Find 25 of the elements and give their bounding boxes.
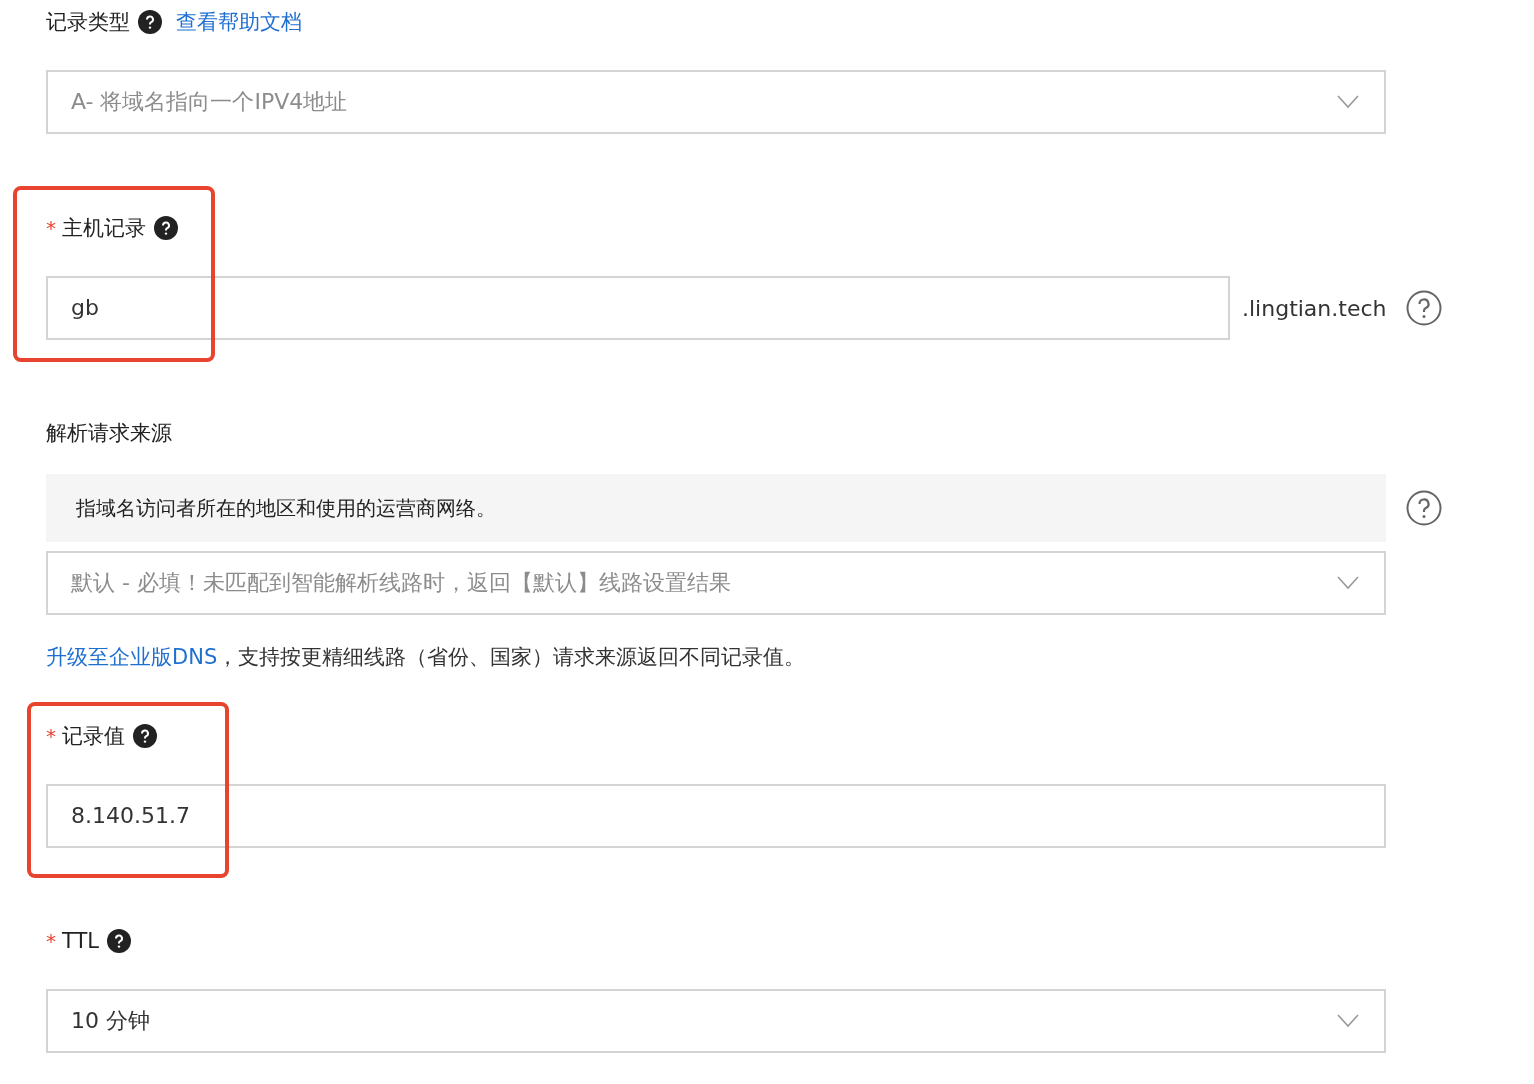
input-field[interactable]: 8.140.51.7 <box>46 784 1386 848</box>
input-field[interactable]: gb <box>46 276 1230 340</box>
field-label: 解析请求来源 <box>46 421 172 445</box>
required-asterisk: * <box>46 216 56 240</box>
select-dropdown[interactable]: 10 分钟 <box>46 989 1386 1053</box>
chevron-down-icon <box>1337 1014 1359 1028</box>
info-banner: 指域名访问者所在的地区和使用的运营商网络。 <box>46 474 1386 542</box>
help-icon[interactable] <box>154 216 178 240</box>
help-icon[interactable] <box>138 10 162 34</box>
field-label: 记录值 <box>62 724 125 748</box>
field-label: 主机记录 <box>62 216 146 240</box>
help-icon[interactable] <box>107 929 131 953</box>
help-icon[interactable] <box>133 724 157 748</box>
upgrade-link[interactable]: 升级至企业版DNS <box>46 645 218 669</box>
required-asterisk: * <box>46 724 56 748</box>
chevron-down-icon <box>1337 95 1359 109</box>
field-label: 记录类型 <box>46 10 130 34</box>
upgrade-note: 升级至企业版DNS，支持按更精细线路（省份、国家）请求来源返回不同记录值。 <box>46 645 807 669</box>
select-dropdown[interactable]: 默认 - 必填！未匹配到智能解析线路时，返回【默认】线路设置结果 <box>46 551 1386 615</box>
chevron-down-icon <box>1337 576 1359 590</box>
domain-suffix: .lingtian.tech <box>1242 295 1387 321</box>
select-dropdown[interactable]: A- 将域名指向一个IPV4地址 <box>46 70 1386 134</box>
help-link[interactable]: 查看帮助文档 <box>176 10 302 34</box>
field-label: TTL <box>62 929 99 953</box>
required-asterisk: * <box>46 929 56 953</box>
